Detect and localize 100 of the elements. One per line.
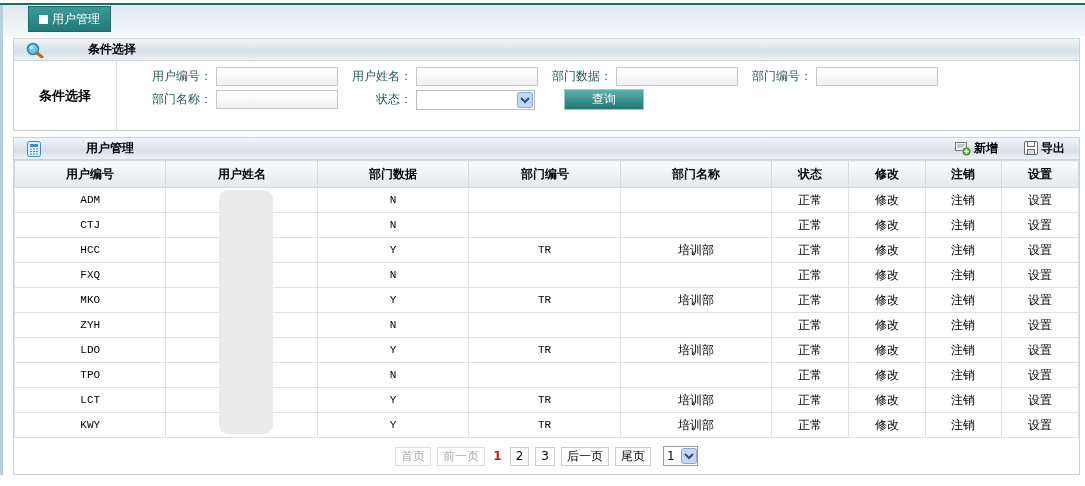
table-cell: N xyxy=(317,187,469,213)
column-header: 注销 xyxy=(925,160,1002,188)
table-cell: 修改 xyxy=(848,287,926,313)
table-cell: N xyxy=(317,262,469,288)
table-cell: 修改 xyxy=(848,387,926,413)
table-cell: 修改 xyxy=(848,212,926,238)
table-cell: 注销 xyxy=(925,337,1002,363)
table-cell: 培训部 xyxy=(620,387,772,413)
input-field[interactable] xyxy=(416,67,538,86)
field-label: 用户编号： xyxy=(151,68,212,85)
table-cell: Y xyxy=(317,412,469,438)
table-cell: TR xyxy=(468,412,621,438)
table-cell: 设置 xyxy=(1001,262,1079,288)
table-cell: ADM xyxy=(14,187,166,213)
table-cell: 修改 xyxy=(848,237,926,263)
column-header: 用户姓名 xyxy=(165,160,318,188)
table-cell: TR xyxy=(468,287,621,313)
table-cell: 设置 xyxy=(1001,287,1079,313)
page-link[interactable]: 1 xyxy=(491,446,504,466)
field-label: 状态： xyxy=(375,91,412,108)
table-cell: N xyxy=(317,312,469,338)
table-cell: HCC xyxy=(14,237,166,263)
table-cell: TR xyxy=(468,387,621,413)
table-cell: 正常 xyxy=(771,287,849,313)
export-button[interactable]: 导出 xyxy=(1012,140,1065,157)
input-field[interactable] xyxy=(616,67,738,86)
field-label: 部门名称： xyxy=(151,91,212,108)
add-button[interactable]: 新增 xyxy=(943,140,998,157)
table-cell: 正常 xyxy=(771,187,849,213)
page-link[interactable]: 3 xyxy=(535,446,555,466)
input-field[interactable] xyxy=(216,90,338,109)
pager-button[interactable]: 后一页 xyxy=(561,446,609,466)
column-header: 设置 xyxy=(1001,160,1079,188)
table-cell: Y xyxy=(317,237,469,263)
table-cell: 修改 xyxy=(848,312,926,338)
table-cell: 注销 xyxy=(925,287,1002,313)
input-field[interactable] xyxy=(216,67,338,86)
column-header: 用户编号 xyxy=(14,160,166,188)
search-icon xyxy=(26,41,44,58)
table-cell: 注销 xyxy=(925,262,1002,288)
table-cell: Y xyxy=(317,337,469,363)
table-cell: LCT xyxy=(14,387,166,413)
table-cell: 注销 xyxy=(925,412,1002,438)
table-cell: 修改 xyxy=(848,262,926,288)
table-cell: 正常 xyxy=(771,387,849,413)
panel-title: 条件选择 xyxy=(88,41,136,58)
pager-button[interactable]: 尾页 xyxy=(615,446,651,466)
table-cell: 正常 xyxy=(771,237,849,263)
column-header: 部门名称 xyxy=(620,160,772,188)
page-link[interactable]: 2 xyxy=(509,446,530,466)
column-header: 修改 xyxy=(848,160,926,188)
calculator-icon xyxy=(26,140,42,157)
table-cell: 培训部 xyxy=(620,237,772,263)
table-cell: 正常 xyxy=(771,362,849,388)
table-cell: 设置 xyxy=(1001,212,1079,238)
table-cell: 培训部 xyxy=(620,412,772,438)
table-cell: TR xyxy=(468,237,621,263)
table-cell: ZYH xyxy=(14,312,166,338)
table-cell: CTJ xyxy=(14,212,166,238)
table-cell: Y xyxy=(317,387,469,413)
table-cell: 培训部 xyxy=(620,337,772,363)
table-cell: 正常 xyxy=(771,212,849,238)
table-cell: 设置 xyxy=(1001,412,1079,438)
search-button[interactable]: 查询 xyxy=(564,89,644,110)
table-cell: 正常 xyxy=(771,337,849,363)
table-cell: KWY xyxy=(14,412,166,438)
page-select[interactable]: 1 xyxy=(663,446,698,466)
column-header: 部门数据 xyxy=(317,160,469,188)
tab[interactable]: 用户管理 xyxy=(28,6,111,32)
table-cell: 修改 xyxy=(848,187,926,213)
table-cell: 注销 xyxy=(925,387,1002,413)
table-cell: 培训部 xyxy=(620,287,772,313)
table-cell: FXQ xyxy=(14,262,166,288)
table-cell: TPO xyxy=(14,362,166,388)
table-cell: 注销 xyxy=(925,362,1002,388)
input-field[interactable] xyxy=(816,67,938,86)
panel-title: 用户管理 xyxy=(86,140,134,157)
table-cell: TR xyxy=(468,337,621,363)
table-cell: 注销 xyxy=(925,187,1002,213)
table-cell: 修改 xyxy=(848,337,926,363)
table-cell: 设置 xyxy=(1001,387,1079,413)
table-cell: 设置 xyxy=(1001,187,1079,213)
field-label: 用户姓名： xyxy=(351,68,412,85)
table-cell: 注销 xyxy=(925,312,1002,338)
add-icon xyxy=(955,141,971,156)
table-cell: 修改 xyxy=(848,412,926,438)
table-cell: 正常 xyxy=(771,412,849,438)
table-cell: 正常 xyxy=(771,262,849,288)
field-label: 部门数据： xyxy=(551,68,612,85)
table-cell: LDO xyxy=(14,337,166,363)
table-cell: 设置 xyxy=(1001,312,1079,338)
table-cell: 修改 xyxy=(848,362,926,388)
table-cell: 注销 xyxy=(925,237,1002,263)
table-cell: 正常 xyxy=(771,312,849,338)
table-cell: 注销 xyxy=(925,212,1002,238)
table-cell: 设置 xyxy=(1001,337,1079,363)
table-cell: N xyxy=(317,212,469,238)
table-cell: Y xyxy=(317,287,469,313)
table-cell: MKO xyxy=(14,287,166,313)
field-label: 部门编号： xyxy=(751,68,812,85)
